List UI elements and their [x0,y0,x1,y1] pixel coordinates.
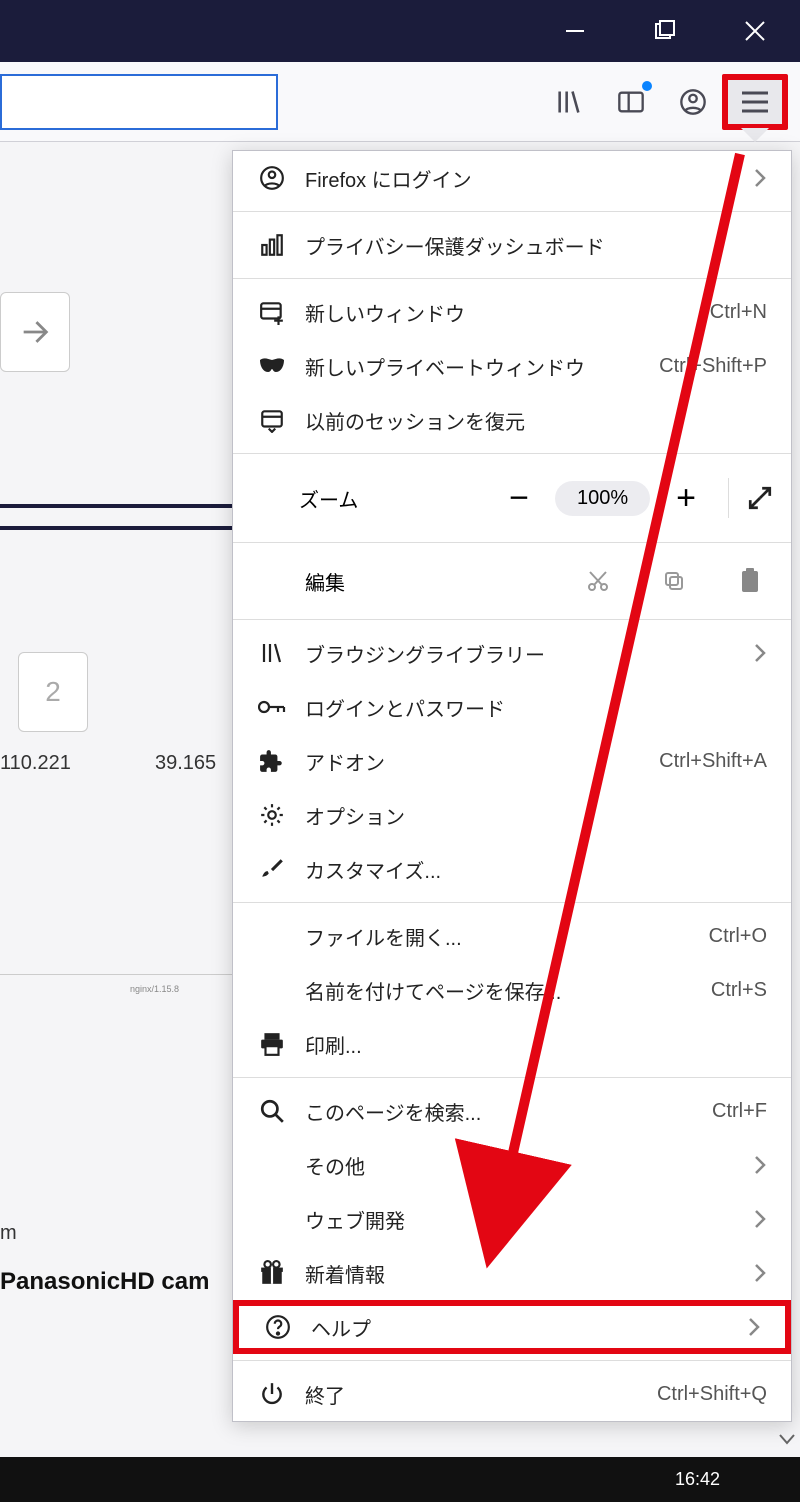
menu-quit[interactable]: 終了 Ctrl+Shift+Q [233,1367,791,1421]
gear-icon [257,800,287,830]
menu-label: Firefox にログイン [305,164,745,193]
zoom-out-button[interactable]: − [495,479,543,518]
window-titlebar [0,0,800,62]
menu-label: ログインとパスワード [305,693,767,722]
menu-shortcut: Ctrl+Shift+Q [657,1383,767,1406]
library-icon[interactable] [552,85,586,119]
restore-icon [257,405,287,435]
background-content: 2 110.221 39.165 nginx/1.15.8 m Panasoni… [0,142,232,1422]
menu-label: ブラウジングライブラリー [305,639,745,668]
sidebar-icon[interactable] [614,85,648,119]
chevron-right-icon [753,1208,767,1230]
fullscreen-button[interactable] [747,485,773,511]
menu-zoom-row: ズーム − 100% + [233,460,791,536]
chevron-right-icon [753,1262,767,1284]
chevron-right-icon [753,1154,767,1176]
menu-save-page[interactable]: 名前を付けてページを保存... Ctrl+S [233,963,791,1017]
menu-whats-new[interactable]: 新着情報 [233,1246,791,1300]
help-icon [263,1312,293,1342]
search-icon [257,1096,287,1126]
menu-web-developer[interactable]: ウェブ開発 [233,1192,791,1246]
menu-label: 以前のセッションを復元 [305,406,767,435]
chevron-right-icon [747,1316,761,1338]
menu-label: 新しいウィンドウ [305,298,710,327]
browser-toolbar [0,62,800,142]
menu-label: 名前を付けてページを保存... [305,976,711,1005]
scroll-down-arrow[interactable] [776,1428,798,1450]
menu-label: アドオン [305,747,659,776]
key-icon [257,692,287,722]
menu-label: カスタマイズ... [305,855,767,884]
maximize-button[interactable] [620,0,710,62]
paste-button[interactable] [733,568,767,594]
menu-find[interactable]: このページを検索... Ctrl+F [233,1084,791,1138]
menu-label: ヘルプ [311,1313,739,1342]
menu-library[interactable]: ブラウジングライブラリー [233,626,791,680]
account-icon[interactable] [676,85,710,119]
menu-label: 新着情報 [305,1259,745,1288]
hamburger-menu-button[interactable] [722,74,788,130]
menu-addons[interactable]: アドオン Ctrl+Shift+A [233,734,791,788]
menu-new-private-window[interactable]: 新しいプライベートウィンドウ Ctrl+Shift+P [233,339,791,393]
menu-shortcut: Ctrl+Shift+P [659,355,767,378]
window-plus-icon [257,297,287,327]
brush-icon [257,854,287,884]
menu-open-file[interactable]: ファイルを開く... Ctrl+O [233,909,791,963]
menu-label: プライバシー保護ダッシュボード [305,231,767,260]
gift-icon [257,1258,287,1288]
chevron-right-icon [753,167,767,189]
menu-edit-row: 編集 [233,549,791,613]
dashboard-icon [257,230,287,260]
menu-label: このページを検索... [305,1097,712,1126]
bg-camera-text: PanasonicHD cam [0,1268,209,1296]
menu-privacy-dashboard[interactable]: プライバシー保護ダッシュボード [233,218,791,272]
taskbar-time: 16:42 [675,1469,720,1490]
taskbar: 16:42 [0,1457,800,1502]
menu-shortcut: Ctrl+N [710,301,767,324]
bg-ip-text-2: 39.165 [155,752,216,775]
menu-help[interactable]: ヘルプ [233,1300,791,1354]
menu-label: 新しいプライベートウィンドウ [305,352,659,381]
menu-label: 終了 [305,1380,657,1409]
minimize-button[interactable] [530,0,620,62]
menu-label: その他 [305,1151,745,1180]
menu-logins[interactable]: ログインとパスワード [233,680,791,734]
application-menu: Firefox にログイン プライバシー保護ダッシュボード 新しいウィンドウ C… [232,150,792,1422]
mask-icon [257,351,287,381]
cut-button[interactable] [581,569,615,593]
power-icon [257,1379,287,1409]
edit-label: 編集 [257,567,539,596]
close-button[interactable] [710,0,800,62]
menu-restore-session[interactable]: 以前のセッションを復元 [233,393,791,447]
bg-server-text: nginx/1.15.8 [130,984,179,994]
bg-nav-card [0,292,70,372]
menu-shortcut: Ctrl+O [709,925,767,948]
menu-shortcut: Ctrl+S [711,979,767,1002]
bg-m-text: m [0,1222,17,1245]
zoom-in-button[interactable]: + [662,479,710,518]
menu-label: 印刷... [305,1030,767,1059]
menu-login[interactable]: Firefox にログイン [233,151,791,205]
copy-button[interactable] [657,569,691,593]
menu-shortcut: Ctrl+Shift+A [659,750,767,773]
menu-customize[interactable]: カスタマイズ... [233,842,791,896]
address-bar[interactable] [0,74,278,130]
menu-more[interactable]: その他 [233,1138,791,1192]
menu-options[interactable]: オプション [233,788,791,842]
printer-icon [257,1029,287,1059]
menu-print[interactable]: 印刷... [233,1017,791,1071]
account-icon [257,163,287,193]
menu-shortcut: Ctrl+F [712,1100,767,1123]
puzzle-icon [257,746,287,776]
menu-new-window[interactable]: 新しいウィンドウ Ctrl+N [233,285,791,339]
zoom-label: ズーム [251,484,495,513]
bg-ip-text-1: 110.221 [0,752,71,775]
menu-label: ウェブ開発 [305,1205,745,1234]
menu-label: ファイルを開く... [305,922,709,951]
library-icon [257,638,287,668]
zoom-value[interactable]: 100% [555,481,650,516]
menu-label: オプション [305,801,767,830]
chevron-right-icon [753,642,767,664]
bg-card-2: 2 [18,652,88,732]
